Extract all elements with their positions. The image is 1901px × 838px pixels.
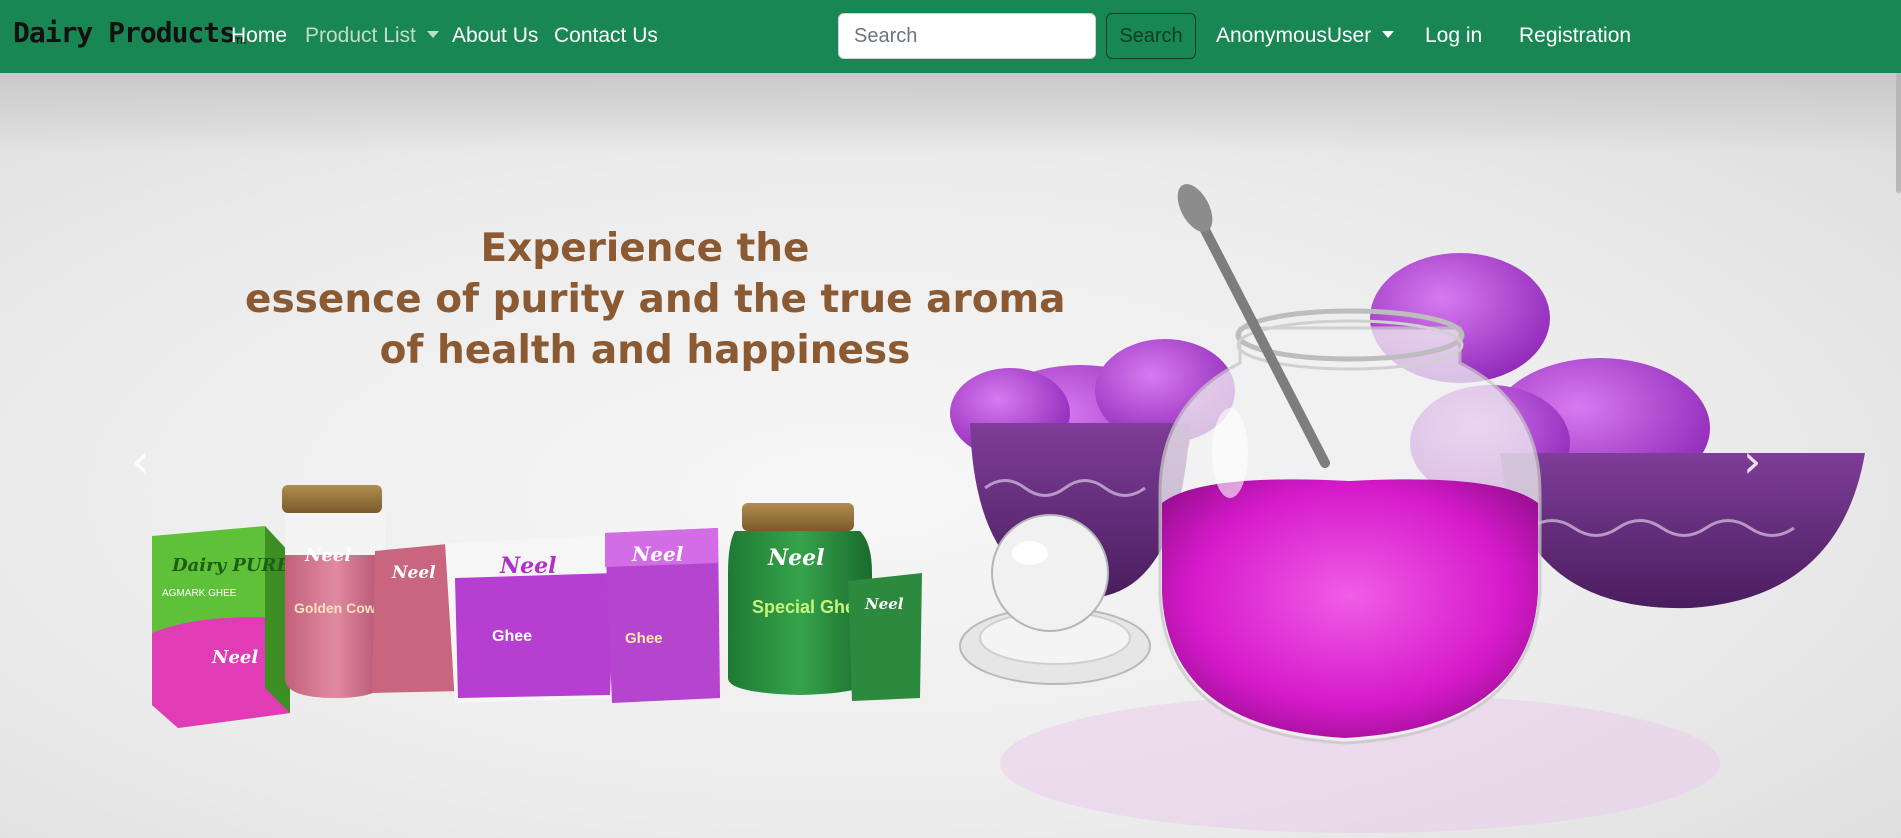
user-menu-label: AnonymousUser — [1216, 24, 1372, 47]
nav-product-list-dropdown[interactable]: Product List — [305, 24, 439, 48]
nav-about-link[interactable]: About Us — [452, 24, 538, 48]
chevron-down-icon — [426, 31, 439, 38]
headline-line: essence of purity and the true aroma — [245, 277, 1066, 322]
search-input[interactable] — [838, 13, 1096, 59]
box-label-text: AGMARK GHEE — [162, 588, 237, 599]
dairy-pure-box-image: Dairy PURE AGMARK GHEE Neel — [152, 526, 291, 728]
pouch-neel-text: Neel — [391, 563, 436, 583]
carousel-next-icon[interactable]: › — [1743, 438, 1761, 484]
hero-banner-image: Dairy PURE AGMARK GHEE Neel Neel Golden … — [152, 184, 1865, 833]
purple-pouch-image: Neel Ghee — [445, 535, 620, 703]
carousel-prev-icon[interactable]: ‹ — [131, 438, 149, 484]
nav-contact-link[interactable]: Contact Us — [554, 24, 658, 48]
product-lineup-image: Dairy PURE AGMARK GHEE Neel Neel Golden … — [152, 485, 922, 728]
headline-line: Experience the — [480, 226, 810, 271]
login-link[interactable]: Log in — [1425, 24, 1482, 48]
chevron-down-icon — [1382, 31, 1395, 38]
search-button[interactable]: Search — [1106, 13, 1196, 59]
brand-logo[interactable]: Dairy ProductsTM — [13, 16, 246, 49]
brand-name: Dairy Products — [13, 16, 236, 49]
box-neel-text: Neel — [211, 647, 258, 668]
green-pouch-neel-text: Neel — [864, 595, 904, 613]
pouch2-neel-text: Neel — [499, 553, 556, 579]
box-brand-text: Dairy PURE — [171, 555, 291, 576]
jar-neel-text: Neel — [304, 545, 351, 566]
box2-neel-text: Neel — [631, 542, 684, 566]
purple-box-image: Neel Ghee — [605, 528, 720, 703]
pouch-ghee-text: Ghee — [492, 628, 532, 645]
registration-link[interactable]: Registration — [1519, 24, 1631, 48]
product-list-label: Product List — [305, 24, 416, 47]
hero-carousel: Dairy PURE AGMARK GHEE Neel Neel Golden … — [0, 73, 1901, 838]
box-ghee-text: Ghee — [625, 630, 663, 647]
nav-home-link[interactable]: Home — [231, 24, 287, 48]
hero-headline: Experience the essence of purity and the… — [245, 223, 1066, 376]
top-navbar: Dairy ProductsTM Home Product List About… — [0, 0, 1901, 73]
special-ghee-text: Special Ghee — [752, 597, 865, 617]
page-scrollbar[interactable] — [1896, 73, 1901, 193]
headline-line: of health and happiness — [379, 328, 911, 373]
green-jar-neel-text: Neel — [767, 545, 824, 571]
user-menu-dropdown[interactable]: AnonymousUser — [1216, 24, 1395, 48]
